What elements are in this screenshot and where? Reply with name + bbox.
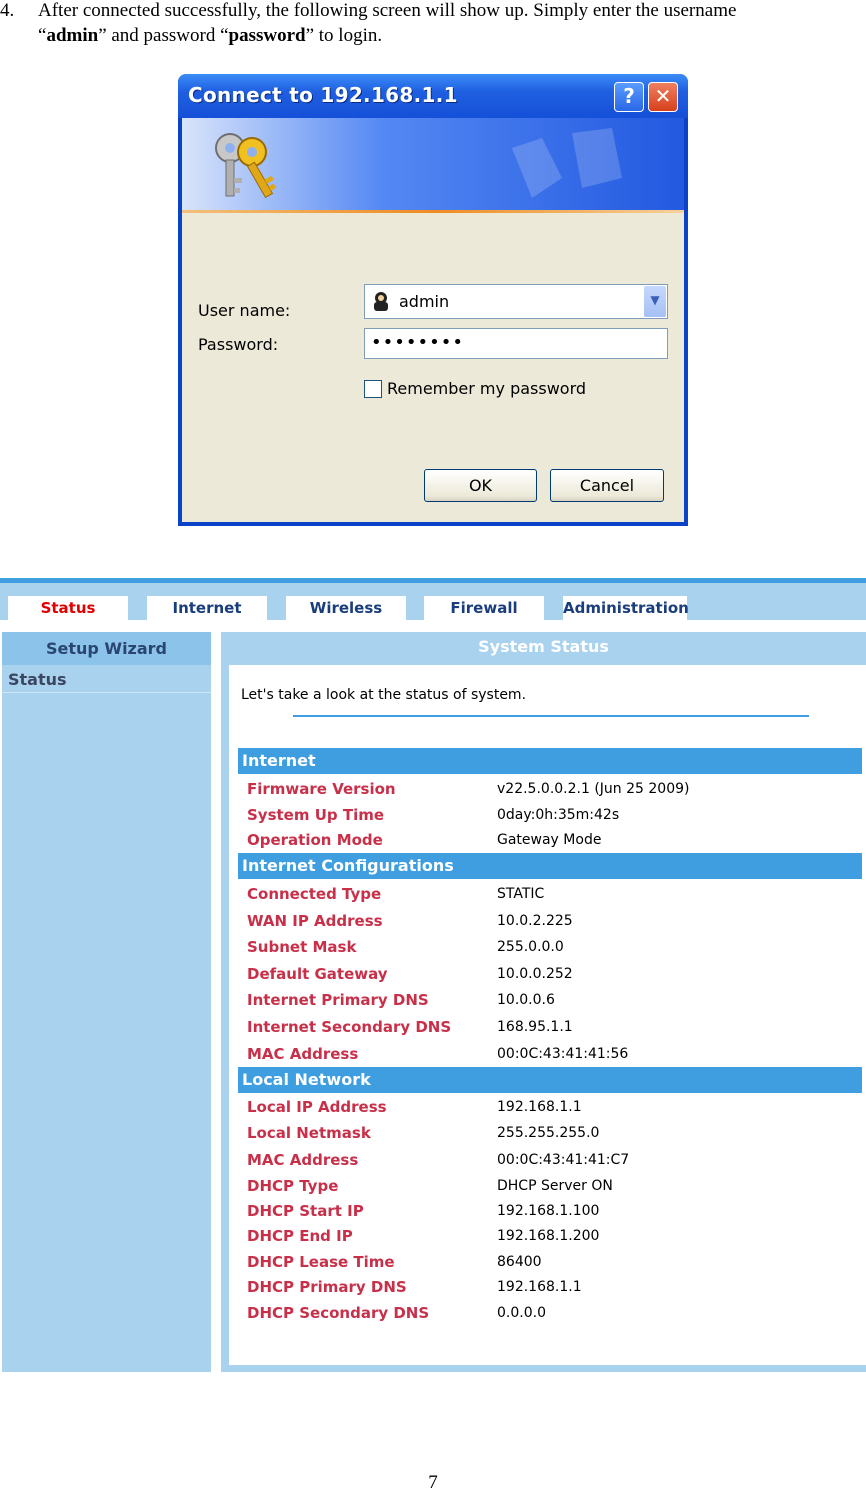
- row-label: DHCP End IP: [247, 1227, 353, 1245]
- intro-text: Let's take a look at the status of syste…: [241, 687, 527, 703]
- sidebar: Setup Wizard Status: [2, 632, 211, 1372]
- tab-administration[interactable]: Administration: [563, 596, 689, 621]
- row-value: 192.168.1.200: [497, 1228, 600, 1244]
- row-label: Local IP Address: [247, 1098, 387, 1116]
- remember-label: Remember my password: [387, 379, 587, 398]
- section-header-internet-configurations: Internet Configurations: [238, 853, 862, 879]
- row-label: DHCP Type: [247, 1177, 339, 1195]
- step-text-end: ” to login.: [305, 25, 383, 46]
- tab-firewall[interactable]: Firewall: [424, 596, 544, 621]
- row-label: Default Gateway: [247, 965, 388, 983]
- row-label: Subnet Mask: [247, 938, 357, 956]
- row-label: DHCP Secondary DNS: [247, 1304, 430, 1322]
- password-value: ••••••••: [371, 332, 464, 353]
- step-number: 4.: [0, 0, 15, 21]
- row-value: 0.0.0.0: [497, 1305, 546, 1321]
- username-value: admin: [399, 292, 450, 311]
- row-value: 10.0.2.225: [497, 913, 573, 929]
- row-value: 192.168.1.1: [497, 1279, 582, 1295]
- row-label: Internet Secondary DNS: [247, 1018, 452, 1036]
- row-label: WAN IP Address: [247, 912, 383, 930]
- sidebar-item-status[interactable]: Status: [2, 666, 211, 693]
- section-header-internet: Internet: [238, 748, 862, 774]
- row-label: Operation Mode: [247, 831, 383, 849]
- row-value: 10.0.0.252: [497, 966, 573, 982]
- username-combo[interactable]: admin ▼: [364, 284, 668, 319]
- row-value: 255.0.0.0: [497, 939, 564, 955]
- row-value: v22.5.0.0.2.1 (Jun 25 2009): [497, 781, 690, 797]
- router-status-page: Status Internet Wireless Firewall Admini…: [0, 578, 866, 1378]
- row-label: MAC Address: [247, 1045, 359, 1063]
- password-field[interactable]: ••••••••: [364, 328, 668, 359]
- row-value: 00:0C:43:41:41:56: [497, 1046, 629, 1062]
- row-label: Connected Type: [247, 885, 382, 903]
- row-label: Firmware Version: [247, 780, 396, 798]
- row-value: 10.0.0.6: [497, 992, 555, 1008]
- top-nav: Status Internet Wireless Firewall Admini…: [0, 578, 866, 621]
- tab-internet[interactable]: Internet: [147, 596, 267, 621]
- section-header-local-network: Local Network: [238, 1067, 862, 1093]
- username-label: User name:: [198, 301, 291, 320]
- row-value: DHCP Server ON: [497, 1178, 613, 1194]
- row-label: Internet Primary DNS: [247, 991, 429, 1009]
- intro-divider: [293, 715, 809, 717]
- row-label: DHCP Start IP: [247, 1202, 364, 1220]
- row-value: 192.168.1.1: [497, 1099, 582, 1115]
- status-content: Let's take a look at the status of syste…: [229, 665, 866, 1365]
- login-dialog: Connect to 192.168.1.1 ? ✕ User name: ad…: [178, 74, 688, 526]
- row-value: 168.95.1.1: [497, 1019, 573, 1035]
- row-value: STATIC: [497, 886, 545, 902]
- dialog-titlebar[interactable]: Connect to 192.168.1.1 ? ✕: [178, 74, 688, 118]
- remember-checkbox[interactable]: [364, 380, 382, 398]
- row-label: DHCP Lease Time: [247, 1253, 395, 1271]
- password-label: Password:: [198, 335, 279, 354]
- row-label: System Up Time: [247, 806, 385, 824]
- sidebar-header-setup-wizard[interactable]: Setup Wizard: [2, 632, 211, 665]
- step-text-mid: ” and password “: [98, 25, 229, 46]
- row-label: MAC Address: [247, 1151, 359, 1169]
- tab-status[interactable]: Status: [8, 596, 128, 621]
- user-icon: [374, 292, 388, 311]
- dialog-body: User name: admin ▼ Password: •••••••• Re…: [182, 213, 684, 522]
- row-value: 0day:0h:35m:42s: [497, 807, 620, 823]
- row-value: 86400: [497, 1254, 542, 1270]
- row-label: Local Netmask: [247, 1124, 371, 1142]
- cancel-button[interactable]: Cancel: [550, 469, 664, 502]
- password-hint: password: [228, 25, 306, 46]
- row-label: DHCP Primary DNS: [247, 1278, 407, 1296]
- step-text-part: After connected successfully, the follow…: [38, 0, 737, 21]
- row-value: Gateway Mode: [497, 832, 602, 848]
- dialog-title: Connect to 192.168.1.1: [188, 83, 458, 107]
- row-value: 255.255.255.0: [497, 1125, 600, 1141]
- page-title: System Status: [478, 637, 609, 656]
- row-value: 00:0C:43:41:41:C7: [497, 1152, 630, 1168]
- row-value: 192.168.1.100: [497, 1203, 600, 1219]
- dialog-banner: [182, 118, 684, 210]
- close-button[interactable]: ✕: [648, 82, 678, 112]
- username-hint: admin: [46, 25, 99, 46]
- chevron-down-icon[interactable]: ▼: [644, 286, 666, 317]
- help-button[interactable]: ?: [614, 82, 644, 112]
- step-text: After connected successfully, the follow…: [38, 0, 838, 48]
- ok-button[interactable]: OK: [424, 469, 537, 502]
- keys-icon: [215, 128, 622, 199]
- tab-wireless[interactable]: Wireless: [286, 596, 406, 621]
- main-panel: System Status Let's take a look at the s…: [221, 632, 866, 1372]
